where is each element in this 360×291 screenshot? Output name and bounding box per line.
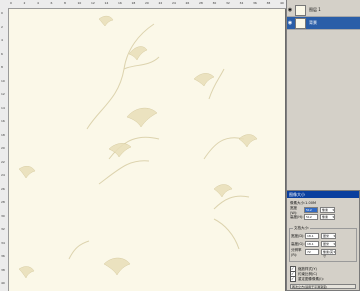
ruler-tick-label: 40 <box>280 1 284 5</box>
layer-row[interactable]: ◉ 背景 <box>287 17 360 30</box>
checkbox-icon <box>290 276 296 282</box>
ruler-tick-label: 18 <box>131 1 136 5</box>
doc-height-unit-select[interactable]: 厘米 <box>321 241 336 247</box>
ruler-tick-label: 16 <box>1 119 5 123</box>
ruler-tick-label: 30 <box>1 213 5 218</box>
width-input[interactable]: 512 <box>304 207 318 213</box>
resample-checkbox[interactable]: 重定图像像素(I): <box>290 276 324 282</box>
ruler-tick-label: 20 <box>1 146 5 150</box>
ruler-tick-label: 34 <box>1 240 5 245</box>
image-size-dialog: 图像大小 像素大小:1.00M 宽度(W): 512 像素 高度(H): 512… <box>286 190 360 291</box>
ruler-tick-label: 32 <box>1 227 5 231</box>
ruler-tick-label: 14 <box>104 1 109 5</box>
document-size-title: 文档大小: <box>293 226 311 230</box>
ruler-tick-label: 38 <box>266 1 271 5</box>
ruler-tick-label: 6 <box>1 51 3 56</box>
document-canvas[interactable] <box>9 9 285 291</box>
ruler-tick-label: 22 <box>158 1 163 5</box>
ruler-tick-label: 4 <box>37 1 39 5</box>
ruler-tick-label: 8 <box>1 65 3 69</box>
ruler-tick-label: 0 <box>1 11 3 15</box>
ruler-tick-label: 36 <box>253 1 257 5</box>
height-unit-select[interactable]: 像素 <box>320 214 335 220</box>
resolution-unit-select[interactable]: 像素/英寸 <box>321 249 336 258</box>
width-row: 宽度(W): 512 像素 <box>290 206 335 215</box>
doc-height-label: 高度(G): <box>291 241 305 246</box>
ruler-tick-label: 28 <box>1 200 5 204</box>
ruler-tick-label: 26 <box>185 1 190 5</box>
eye-icon[interactable]: ◉ <box>287 7 293 13</box>
ruler-tick-label: 34 <box>239 1 244 5</box>
ruler-tick-label: 22 <box>1 159 5 164</box>
ruler-tick-label: 14 <box>1 105 5 110</box>
height-input[interactable]: 512 <box>304 214 318 220</box>
vertical-ruler: 0 2 4 6 8 10 12 14 16 18 20 22 24 26 28 30 32 34 36 38 40 <box>0 8 9 291</box>
resolution-label: 分辨率(R): <box>291 247 302 257</box>
doc-height-row: 高度(G): 18.1 厘米 <box>291 241 336 247</box>
eye-icon[interactable]: ◉ <box>287 20 293 26</box>
doc-height-input[interactable]: 18.1 <box>305 241 319 247</box>
ruler-tick-label: 24 <box>172 1 176 5</box>
ruler-tick-label: 12 <box>91 1 95 5</box>
height-row: 高度(H): 512 像素 <box>290 214 335 220</box>
ruler-tick-label: 24 <box>1 173 5 177</box>
doc-width-input[interactable]: 18.1 <box>305 233 319 239</box>
height-label: 高度(H): <box>290 214 304 219</box>
width-unit-select[interactable]: 像素 <box>320 207 335 213</box>
doc-width-label: 宽度(D): <box>291 233 305 238</box>
ruler-tick-label: 10 <box>1 78 5 83</box>
resolution-input[interactable]: 72 <box>305 249 319 255</box>
ruler-tick-label: 2 <box>23 1 26 5</box>
layer-row[interactable]: ◉ 图层 1 <box>287 4 360 17</box>
ruler-tick-label: 0 <box>10 1 12 5</box>
ruler-tick-label: 38 <box>1 267 5 272</box>
layers-panel: ◉ 图层 1 ◉ 背景 <box>286 0 360 190</box>
ruler-tick-label: 32 <box>226 1 230 5</box>
layer-name: 背景 <box>309 20 317 25</box>
ruler-tick-label: 36 <box>1 254 5 258</box>
ruler-tick-label: 18 <box>1 132 5 137</box>
resample-label: 重定图像像素(I): <box>298 276 324 281</box>
ruler-tick-label: 26 <box>1 186 5 191</box>
layer-thumbnail <box>295 4 306 16</box>
horizontal-ruler: 0 2 4 6 8 10 12 14 16 18 20 22 24 26 28 30 32 34 36 38 40 <box>0 0 286 9</box>
ruler-tick-label: 8 <box>64 1 66 5</box>
ruler-tick-label: 10 <box>77 1 82 5</box>
floral-pattern-image <box>18 15 258 279</box>
ruler-tick-label: 2 <box>1 24 3 29</box>
ruler-tick-label: 16 <box>118 1 122 5</box>
doc-width-unit-select[interactable]: 厘米 <box>321 233 336 239</box>
resample-method-select[interactable]: 两次立方(适用于平滑渐变) <box>290 284 356 289</box>
resolution-row: 分辨率(R): 72 像素/英寸 <box>291 247 336 258</box>
document-size-group: 文档大小: 宽度(D): 18.1 厘米 高度(G): 18.1 厘米 分辨率(… <box>289 226 357 262</box>
ruler-tick-label: 6 <box>50 1 53 5</box>
ruler-tick-label: 12 <box>1 92 5 96</box>
layer-name: 图层 1 <box>309 7 321 12</box>
layer-thumbnail <box>295 17 306 29</box>
ruler-tick-label: 40 <box>1 281 5 285</box>
ruler-tick-label: 30 <box>212 1 217 5</box>
dialog-title: 图像大小 <box>287 191 359 198</box>
ruler-tick-label: 4 <box>1 38 3 42</box>
ruler-tick-label: 20 <box>145 1 149 5</box>
doc-width-row: 宽度(D): 18.1 厘米 <box>291 233 336 239</box>
pixel-dimensions-label: 像素大小:1.00M <box>290 201 316 205</box>
ruler-tick-label: 28 <box>199 1 203 5</box>
